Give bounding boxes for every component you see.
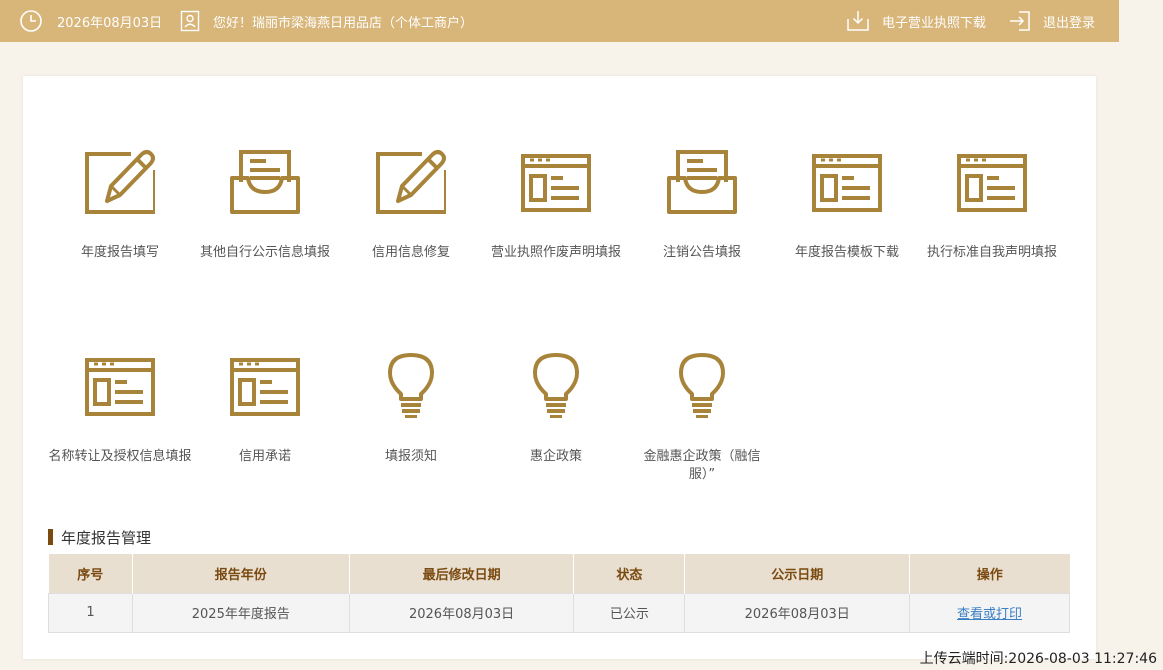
view-print-link[interactable]: 查看或打印 <box>957 607 1022 622</box>
cell-modified: 2026年08月03日 <box>348 592 575 633</box>
tile-label: 填报须知 <box>384 449 437 464</box>
lightbulb-icon <box>679 353 725 418</box>
download-icon <box>847 11 869 31</box>
section-marker <box>48 529 53 545</box>
tile-label: 年度报告填写 <box>80 245 159 260</box>
web-form-icon <box>812 154 882 212</box>
clock-icon <box>20 10 42 32</box>
tile-label: 信用承诺 <box>238 449 291 464</box>
edit-pencil-icon <box>85 150 155 214</box>
logout-label: 退出登录 <box>1043 15 1096 31</box>
tile-label: 金融惠企政策（融信服）” <box>643 449 761 482</box>
section-title-text: 年度报告管理 <box>61 528 152 547</box>
logout-button[interactable]: 退出登录 <box>1009 0 1095 42</box>
upload-timestamp: 上传云端时间:2026-08-03 11:27:46 <box>919 651 1157 667</box>
cell-year: 2025年年度报告 <box>131 592 350 633</box>
top-bar: 2026年08月03日 您好！瑞丽市梁海燕日用品店（个体工商户） 电子营业执照下… <box>0 0 1119 42</box>
col-header-index: 序号 <box>48 554 133 593</box>
user-badge-icon <box>180 10 200 32</box>
license-download-button[interactable]: 电子营业执照下载 <box>846 0 986 42</box>
greeting-segment: 您好！瑞丽市梁海燕日用品店（个体工商户） <box>180 0 473 42</box>
cell-index: 1 <box>48 592 133 633</box>
web-form-icon <box>85 358 155 416</box>
col-header-action: 操作 <box>909 554 1070 593</box>
tile-label: 惠企政策 <box>529 449 582 464</box>
tile-label: 信用信息修复 <box>371 245 450 260</box>
tile-label: 营业执照作废声明填报 <box>490 245 621 260</box>
cell-published: 2026年08月03日 <box>684 592 911 633</box>
tile-label: 名称转让及授权信息填报 <box>48 449 192 464</box>
table-row: 1 2025年年度报告 2026年08月03日 已公示 2026年08月03日 … <box>48 592 1070 633</box>
current-date: 2026年08月03日 <box>57 15 163 31</box>
cell-action: 查看或打印 <box>909 592 1070 633</box>
tile-label: 注销公告填报 <box>662 245 741 260</box>
cell-status: 已公示 <box>573 592 686 633</box>
tile-label: 其他自行公示信息填报 <box>199 245 330 260</box>
web-form-icon <box>957 154 1027 212</box>
tile-label: 年度报告模板下载 <box>794 245 899 260</box>
main-card: 年度报告填写 其他自行公示信息填报 信用信息修复 营业执照作废声明填报 注销公告… <box>23 76 1096 659</box>
date-segment: 2026年08月03日 <box>19 0 162 42</box>
col-header-published: 公示日期 <box>684 554 911 593</box>
col-header-year: 报告年份 <box>132 554 350 593</box>
col-header-status: 状态 <box>573 554 686 593</box>
web-form-icon <box>521 154 591 212</box>
section-title: 年度报告管理 <box>48 528 152 547</box>
lightbulb-icon <box>388 353 434 418</box>
logout-icon <box>1010 11 1030 31</box>
annual-report-table: 序号 报告年份 最后修改日期 状态 公示日期 操作 1 2025年年度报告 20… <box>48 554 1070 633</box>
greeting-text: 您好！瑞丽市梁海燕日用品店（个体工商户） <box>213 15 474 31</box>
col-header-modified: 最后修改日期 <box>349 554 575 593</box>
inbox-tray-icon <box>230 150 300 214</box>
inbox-tray-icon <box>667 150 737 214</box>
web-form-icon <box>230 358 300 416</box>
license-download-label: 电子营业执照下载 <box>882 15 987 31</box>
lightbulb-icon <box>533 353 579 418</box>
tile-label: 执行标准自我声明填报 <box>926 245 1057 260</box>
table-header-row: 序号 报告年份 最后修改日期 状态 公示日期 操作 <box>48 554 1070 593</box>
edit-pencil-icon <box>376 150 446 214</box>
